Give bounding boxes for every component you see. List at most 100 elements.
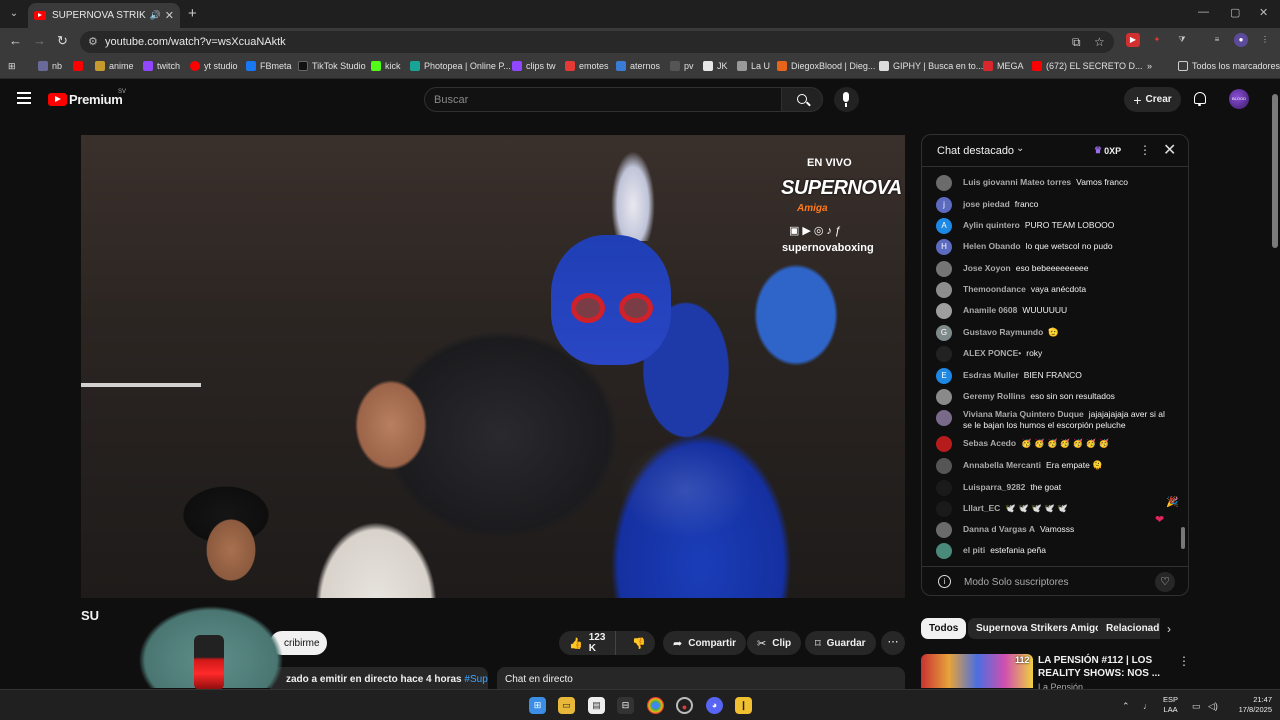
chat-message[interactable]: Viviana Maria Quintero Duque jajajajajaja… — [936, 409, 1176, 431]
chip-related[interactable]: Relacionad — [1098, 618, 1160, 639]
chat-message[interactable]: Luis giovanni Mateo torres Vamos franco — [936, 175, 1176, 191]
network-icon[interactable]: ▭ — [1192, 701, 1201, 712]
microphone-icon[interactable]: ♩ — [1143, 701, 1152, 711]
bookmark-item[interactable]: La U — [737, 61, 770, 71]
chat-message[interactable]: Sebas Acedo 🥳 🥳 🥳 🥳 🥳 🥳 🥳 — [936, 436, 1176, 452]
install-app-icon[interactable]: ⧉ — [1072, 35, 1081, 50]
bookmark-item[interactable]: MEGA — [983, 61, 1024, 71]
search-input[interactable] — [434, 92, 764, 108]
like-button[interactable]: 👍 123 K — [559, 631, 617, 655]
description-box[interactable]: zado a emitir en directo hace 4 horas #S… — [270, 667, 488, 689]
chat-message[interactable]: Themoondance vaya anécdota — [936, 282, 1176, 298]
obs-icon[interactable]: ● — [676, 697, 693, 714]
hashtag-link[interactable]: #Super — [464, 674, 488, 685]
suggested-video-title[interactable]: LA PENSIÓN #112 | LOS REALITY SHOWS: NOS… — [1038, 654, 1168, 680]
address-bar[interactable]: ⚙ youtube.com/watch?v=wsXcuaNAktk ⧉ ☆ — [80, 31, 1114, 53]
chat-message[interactable]: H Helen Obando lo que wetscol no pudo — [936, 239, 1176, 255]
chat-message[interactable]: E Esdras Muller BIEN FRANCO — [936, 368, 1176, 384]
xp-badge[interactable]: ♛ 0XP — [1094, 145, 1121, 156]
file-explorer-icon[interactable]: ▭ — [558, 697, 575, 714]
bookmark-item[interactable]: Photopea | Online P... — [410, 61, 511, 71]
app-icon[interactable]: ❙ — [735, 697, 752, 714]
all-bookmarks-folder[interactable]: Todos los marcadores — [1178, 61, 1280, 71]
bookmark-item[interactable]: yt studio — [190, 61, 238, 71]
voice-search-button[interactable] — [834, 87, 859, 112]
bookmark-item[interactable]: FBmeta — [246, 61, 292, 71]
chevron-right-icon[interactable]: › — [1167, 622, 1171, 636]
bookmark-item[interactable]: emotes — [565, 61, 609, 71]
bookmark-item[interactable]: anime — [95, 61, 134, 71]
bookmark-item[interactable]: DiegoxBlood | Dieg... — [777, 61, 875, 71]
more-bookmarks-icon[interactable]: » — [1147, 61, 1152, 71]
bookmark-item[interactable]: TikTok Studio — [298, 61, 366, 71]
bookmark-item[interactable]: pv — [670, 61, 694, 71]
maximize-window-icon[interactable]: ▢ — [1230, 6, 1240, 19]
suggested-video-thumbnail[interactable]: 112 — [921, 654, 1033, 688]
back-icon[interactable]: ← — [9, 33, 22, 48]
save-button[interactable]: ⌑ Guardar — [805, 631, 876, 655]
page-scrollbar-thumb[interactable] — [1272, 94, 1278, 248]
chat-message[interactable]: Geremy Rollins eso sin son resultados — [936, 389, 1176, 405]
chat-message[interactable]: Anamile 0608 WUUUUUU — [936, 303, 1176, 319]
chat-message[interactable]: Luisparra_9282 the goat — [936, 480, 1176, 496]
forward-icon[interactable]: → — [33, 33, 46, 48]
apps-grid-icon[interactable]: ⊞ — [8, 61, 16, 72]
page-scrollbar[interactable] — [1270, 80, 1280, 690]
info-icon[interactable]: i — [938, 575, 951, 588]
bookmark-item[interactable]: aternos — [616, 61, 660, 71]
close-tab-icon[interactable]: ✕ — [165, 9, 174, 22]
app-icon[interactable]: ⊟ — [617, 697, 634, 714]
close-chat-icon[interactable]: ✕ — [1163, 140, 1176, 160]
chip-supernova[interactable]: Supernova Strikers Amigo — [968, 618, 1110, 639]
language-indicator[interactable]: ESP LAA — [1163, 695, 1178, 715]
bookmark-item[interactable]: kick — [371, 61, 401, 71]
chat-message[interactable]: el piti estefania peña — [936, 543, 1176, 559]
more-actions-icon[interactable]: ⋯ — [881, 631, 905, 655]
bookmark-item[interactable]: nb — [38, 61, 62, 71]
chat-message[interactable]: G Gustavo Raymundo 🫡 — [936, 325, 1176, 341]
notepad-icon[interactable]: ▤ — [588, 697, 605, 714]
bookmark-item[interactable]: clips tw — [512, 61, 556, 71]
chevron-up-icon[interactable]: ⌃ — [1122, 701, 1130, 712]
bookmark-item[interactable]: GIPHY | Busca en to... — [879, 61, 983, 71]
share-button[interactable]: ➦ Compartir — [663, 631, 747, 655]
chat-message[interactable]: A Aylin quintero PURO TEAM LOBOOO — [936, 218, 1176, 234]
chat-message[interactable]: Danna d Vargas A Vamosss — [936, 522, 1176, 538]
chrome-icon[interactable] — [647, 697, 664, 714]
extension-icon[interactable]: ✦ — [1150, 33, 1164, 47]
dislike-button[interactable]: 👎 — [622, 637, 656, 650]
chat-more-icon[interactable]: ⋮ — [1139, 143, 1151, 157]
chat-message[interactable]: Annabella Mercanti Era empate 🫠 — [936, 458, 1176, 474]
create-button[interactable]: + Crear — [1124, 87, 1181, 112]
avatar[interactable]: BLOOD — [1229, 89, 1249, 109]
tab-search-icon[interactable]: ⌄ — [6, 6, 22, 22]
clip-button[interactable]: ✂ Clip — [747, 631, 802, 655]
chat-message[interactable]: j jose piedad franco — [936, 197, 1176, 213]
chat-scrollbar[interactable] — [1180, 171, 1186, 563]
extensions-puzzle-icon[interactable]: ⧩ — [1175, 33, 1189, 47]
live-chat-toggle[interactable]: Chat en directo — [497, 667, 905, 689]
discord-icon[interactable]: ◕ — [706, 697, 723, 714]
media-control-icon[interactable]: ≡ — [1210, 33, 1224, 47]
chat-mode-title[interactable]: Chat destacado — [937, 145, 1014, 157]
speaker-icon[interactable]: 🔊 — [150, 10, 161, 21]
notifications-bell-icon[interactable] — [1194, 92, 1206, 106]
chat-message[interactable]: Lllart_EC 🕊️ 🕊️ 🕊️ 🕊️ 🕊️ — [936, 501, 1176, 517]
youtube-logo-icon[interactable] — [48, 93, 67, 106]
chat-message[interactable]: ALEX PONCE• roky — [936, 346, 1176, 362]
bookmark-star-icon[interactable]: ☆ — [1094, 35, 1105, 49]
browser-menu-icon[interactable]: ⋮ — [1258, 33, 1272, 47]
volume-icon[interactable]: ◁) — [1208, 701, 1218, 712]
youtube-bookmark-icon[interactable] — [73, 61, 87, 71]
site-info-icon[interactable]: ⚙ — [88, 35, 98, 48]
reaction-heart-button[interactable]: ♡ — [1155, 572, 1175, 592]
more-actions-icon[interactable]: ⋮ — [1178, 654, 1190, 668]
chevron-down-icon[interactable]: ⌄ — [1016, 143, 1024, 154]
reload-icon[interactable]: ↻ — [57, 33, 68, 49]
extension-icon[interactable]: ▶ — [1126, 33, 1140, 47]
chip-all[interactable]: Todos — [921, 618, 967, 639]
chat-message[interactable]: Jose Xoyon eso bebeeeeeeeee — [936, 261, 1176, 277]
chat-scrollbar-thumb[interactable] — [1181, 527, 1185, 549]
bookmark-item[interactable]: twitch — [143, 61, 180, 71]
minimize-window-icon[interactable]: — — [1198, 6, 1209, 18]
